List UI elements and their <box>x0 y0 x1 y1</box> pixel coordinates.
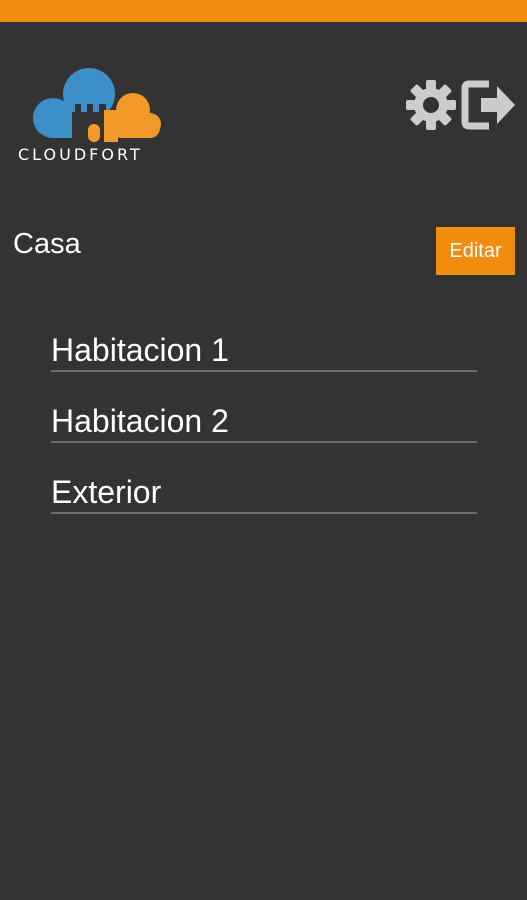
room-label: Habitacion 1 <box>51 332 229 368</box>
app-screen: CLOUDFORT Casa Editar Habitacion 1 Habit… <box>0 0 527 900</box>
room-label: Habitacion 2 <box>51 403 229 439</box>
room-item-habitacion-1[interactable]: Habitacion 1 <box>51 328 477 398</box>
brand-name: CLOUDFORT <box>18 145 143 164</box>
gear-icon <box>406 80 456 130</box>
room-list: Habitacion 1 Habitacion 2 Exterior <box>51 328 477 541</box>
status-bar <box>0 0 527 22</box>
logout-icon <box>461 80 515 130</box>
settings-button[interactable] <box>404 78 458 132</box>
room-item-exterior[interactable]: Exterior <box>51 470 477 540</box>
divider <box>51 512 477 514</box>
edit-button[interactable]: Editar <box>436 227 515 275</box>
home-title: Casa <box>13 228 81 260</box>
divider <box>51 370 477 372</box>
divider <box>51 441 477 443</box>
logout-button[interactable] <box>461 78 517 132</box>
cloud-castle-icon <box>33 68 161 142</box>
room-label: Exterior <box>51 474 162 510</box>
room-item-habitacion-2[interactable]: Habitacion 2 <box>51 399 477 469</box>
cloudfort-logo: CLOUDFORT <box>18 66 183 166</box>
